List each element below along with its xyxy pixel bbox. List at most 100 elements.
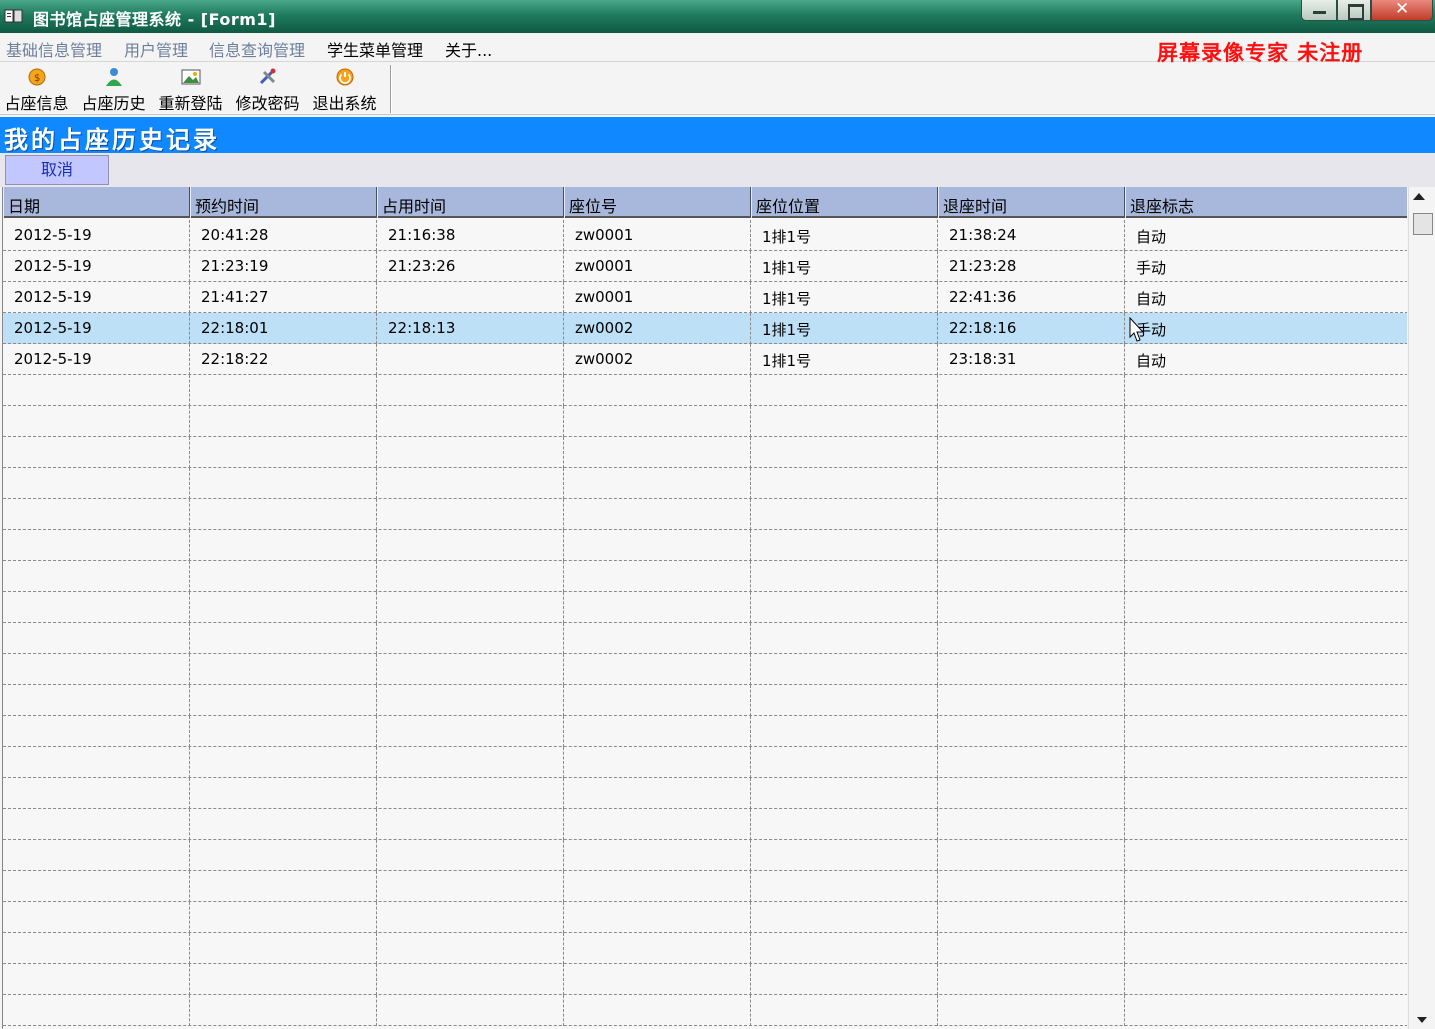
cell-date[interactable]: 2012-5-19 <box>3 220 190 251</box>
cell-reserve-time[interactable] <box>190 716 377 747</box>
cell-date[interactable] <box>3 840 190 871</box>
cell-seat-location[interactable] <box>751 995 938 1026</box>
table-row[interactable] <box>3 685 1407 716</box>
tool-seat-history[interactable]: 占座历史 <box>80 67 147 113</box>
cell-date[interactable] <box>3 995 190 1026</box>
cell-seat-location[interactable] <box>751 871 938 902</box>
cell-occupy-time[interactable]: 22:18:13 <box>377 313 564 344</box>
scroll-thumb[interactable] <box>1413 213 1433 235</box>
cell-date[interactable] <box>3 871 190 902</box>
cell-leave-flag[interactable] <box>1125 902 1407 933</box>
table-row[interactable] <box>3 778 1407 809</box>
cell-seat-no[interactable] <box>564 809 751 840</box>
cell-date[interactable] <box>3 623 190 654</box>
table-row[interactable] <box>3 561 1407 592</box>
cell-leave-flag[interactable] <box>1125 561 1407 592</box>
menu-basic-info[interactable]: 基础信息管理 <box>6 37 102 61</box>
cell-seat-no[interactable] <box>564 685 751 716</box>
cell-seat-no[interactable] <box>564 964 751 995</box>
cell-reserve-time[interactable] <box>190 561 377 592</box>
cell-leave-flag[interactable] <box>1125 468 1407 499</box>
table-row[interactable] <box>3 716 1407 747</box>
cancel-button[interactable]: 取消 <box>5 155 109 185</box>
cell-date[interactable]: 2012-5-19 <box>3 313 190 344</box>
cell-reserve-time[interactable] <box>190 437 377 468</box>
cell-occupy-time[interactable] <box>377 406 564 437</box>
menu-user-management[interactable]: 用户管理 <box>124 37 188 61</box>
tool-seat-info[interactable]: $ 占座信息 <box>3 67 70 113</box>
cell-occupy-time[interactable]: 21:23:26 <box>377 251 564 282</box>
cell-date[interactable] <box>3 809 190 840</box>
cell-occupy-time[interactable] <box>377 995 564 1026</box>
cell-reserve-time[interactable] <box>190 406 377 437</box>
cell-occupy-time[interactable] <box>377 561 564 592</box>
cell-leave-flag[interactable] <box>1125 406 1407 437</box>
cell-seat-location[interactable] <box>751 623 938 654</box>
table-row[interactable] <box>3 654 1407 685</box>
cell-seat-location[interactable] <box>751 902 938 933</box>
table-row[interactable]: 2012-5-19 21:23:19 21:23:26 zw0001 1排1号 21:23… <box>3 251 1407 282</box>
cell-seat-location[interactable] <box>751 654 938 685</box>
cell-seat-no[interactable] <box>564 437 751 468</box>
cell-date[interactable]: 2012-5-19 <box>3 282 190 313</box>
cell-seat-location[interactable] <box>751 778 938 809</box>
cell-seat-no[interactable] <box>564 716 751 747</box>
column-header-leave-time[interactable]: 退座时间 <box>938 187 1125 218</box>
cell-occupy-time[interactable] <box>377 964 564 995</box>
cell-date[interactable] <box>3 685 190 716</box>
cell-leave-flag[interactable]: 自动 <box>1125 282 1407 313</box>
cell-seat-location[interactable]: 1排1号 <box>751 344 938 375</box>
cell-reserve-time[interactable] <box>190 778 377 809</box>
cell-seat-no[interactable] <box>564 840 751 871</box>
scroll-up-arrow-icon[interactable] <box>1413 193 1425 200</box>
table-row[interactable] <box>3 871 1407 902</box>
cell-leave-time[interactable]: 21:38:24 <box>938 220 1125 251</box>
cell-leave-time[interactable] <box>938 716 1125 747</box>
cell-occupy-time[interactable] <box>377 778 564 809</box>
column-header-reserve-time[interactable]: 预约时间 <box>190 187 377 218</box>
table-row[interactable] <box>3 375 1407 406</box>
table-row[interactable] <box>3 623 1407 654</box>
menu-about[interactable]: 关于... <box>445 37 492 61</box>
cell-seat-no[interactable] <box>564 654 751 685</box>
cell-reserve-time[interactable]: 20:41:28 <box>190 220 377 251</box>
cell-leave-flag[interactable]: 自动 <box>1125 220 1407 251</box>
cell-seat-location[interactable] <box>751 933 938 964</box>
table-row[interactable] <box>3 840 1407 871</box>
cell-date[interactable] <box>3 406 190 437</box>
cell-reserve-time[interactable] <box>190 685 377 716</box>
cell-leave-time[interactable] <box>938 840 1125 871</box>
cell-leave-flag[interactable] <box>1125 995 1407 1026</box>
cell-occupy-time[interactable] <box>377 747 564 778</box>
cell-leave-flag[interactable] <box>1125 716 1407 747</box>
cell-seat-location[interactable] <box>751 530 938 561</box>
menu-student[interactable]: 学生菜单管理 <box>327 37 423 61</box>
cell-seat-no[interactable]: zw0001 <box>564 251 751 282</box>
cell-seat-no[interactable] <box>564 778 751 809</box>
cell-occupy-time[interactable] <box>377 282 564 313</box>
column-header-seat-no[interactable]: 座位号 <box>564 187 751 218</box>
cell-reserve-time[interactable] <box>190 623 377 654</box>
table-row[interactable] <box>3 809 1407 840</box>
minimize-button[interactable] <box>1301 0 1337 21</box>
cell-reserve-time[interactable] <box>190 871 377 902</box>
cell-reserve-time[interactable] <box>190 654 377 685</box>
cell-leave-flag[interactable] <box>1125 840 1407 871</box>
table-row[interactable] <box>3 995 1407 1026</box>
cell-seat-no[interactable] <box>564 375 751 406</box>
cell-leave-flag[interactable] <box>1125 747 1407 778</box>
cell-seat-location[interactable] <box>751 499 938 530</box>
cell-leave-flag[interactable] <box>1125 530 1407 561</box>
cell-leave-flag[interactable] <box>1125 654 1407 685</box>
cell-seat-no[interactable] <box>564 406 751 437</box>
cell-leave-flag[interactable] <box>1125 964 1407 995</box>
table-row[interactable] <box>3 499 1407 530</box>
cell-occupy-time[interactable] <box>377 685 564 716</box>
cell-leave-time[interactable] <box>938 623 1125 654</box>
cell-date[interactable] <box>3 530 190 561</box>
table-row[interactable]: 2012-5-19 22:18:01 22:18:13 zw0002 1排1号 22:18… <box>3 313 1407 344</box>
cell-seat-no[interactable] <box>564 995 751 1026</box>
cell-date[interactable] <box>3 592 190 623</box>
cell-occupy-time[interactable] <box>377 933 564 964</box>
cell-leave-flag[interactable]: 手动 <box>1125 251 1407 282</box>
